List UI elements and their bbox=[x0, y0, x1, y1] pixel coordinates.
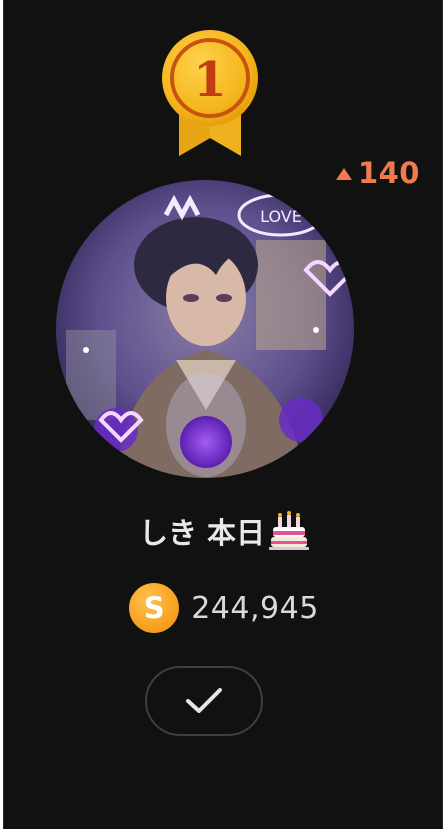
rank-change-value: 140 bbox=[357, 156, 420, 190]
gold-medal-icon: 1 bbox=[162, 30, 258, 156]
user-name: しき 本日 bbox=[138, 516, 266, 550]
points-value: 244,945 bbox=[191, 590, 319, 626]
avatar-image: LOVE bbox=[56, 180, 354, 478]
check-icon bbox=[186, 688, 222, 713]
coin-icon: S bbox=[129, 583, 180, 633]
birthday-cake-icon bbox=[269, 511, 310, 550]
triangle-up-icon bbox=[335, 168, 352, 180]
avatar[interactable]: LOVE bbox=[56, 180, 354, 478]
coin-letter: S bbox=[143, 591, 165, 625]
user-name-row: しき 本日 bbox=[4, 510, 444, 552]
points-row: S 244,945 bbox=[4, 583, 444, 633]
rank-change-indicator: 140 bbox=[335, 156, 420, 190]
svg-text:LOVE: LOVE bbox=[260, 207, 302, 226]
ranking-card: 1 140 LOVE しき 本日 S 244,945 bbox=[3, 0, 443, 829]
follow-check-button[interactable] bbox=[145, 666, 263, 736]
rank-number: 1 bbox=[193, 52, 226, 108]
